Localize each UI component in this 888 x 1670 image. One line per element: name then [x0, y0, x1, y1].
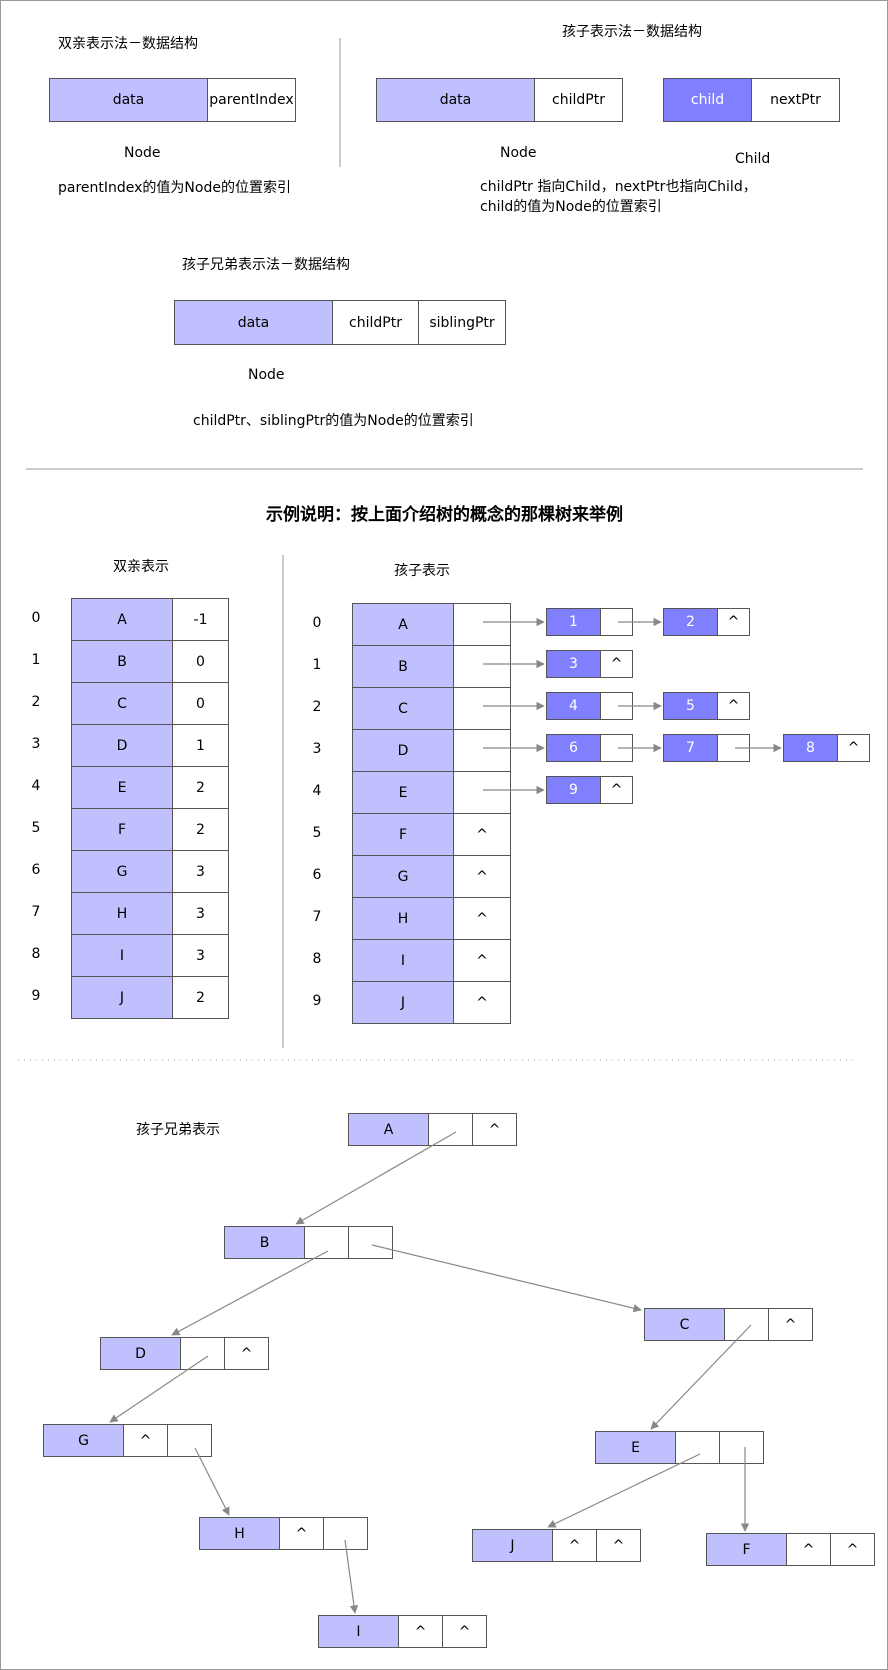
tree-arrow-B-D: [171, 1250, 329, 1336]
tree-arrow-A-B: [295, 1131, 457, 1225]
tree-arrow-H-I: [344, 1539, 359, 1614]
tree-arrow-B-C: [371, 1244, 642, 1313]
tree-arrow-C-E: [650, 1324, 752, 1430]
tree-arrow-D-G: [109, 1355, 209, 1423]
tree-arrow-E-J: [547, 1453, 701, 1528]
connector-layer: [18, 38, 863, 1614]
tree-arrow-G-H: [194, 1447, 230, 1516]
